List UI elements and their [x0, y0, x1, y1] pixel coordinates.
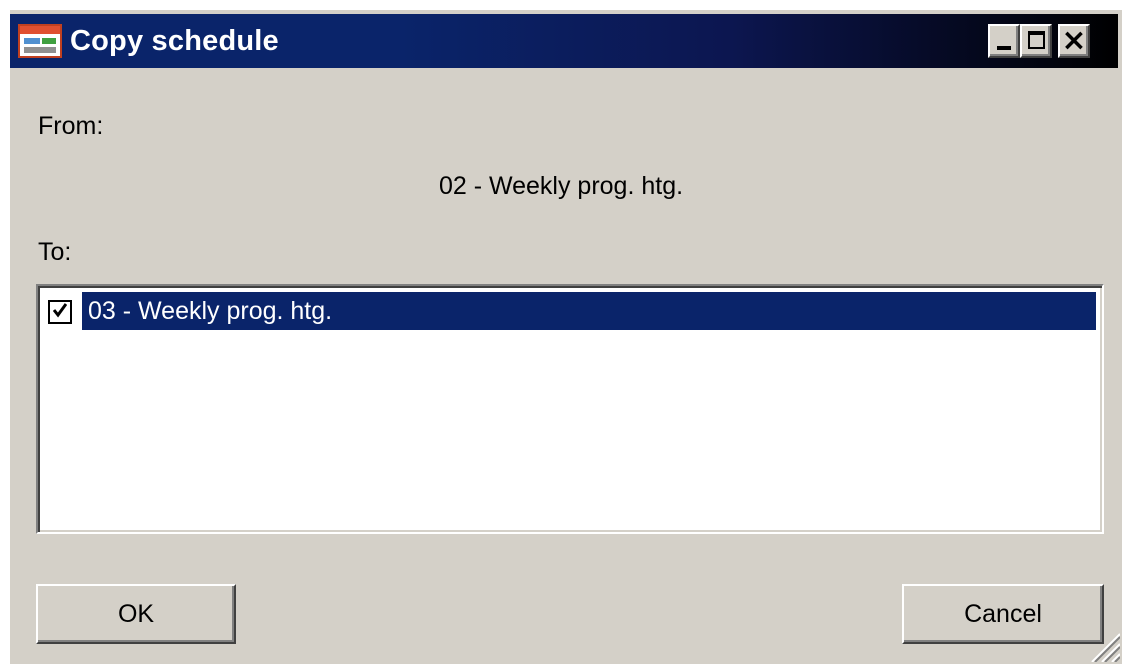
ok-button[interactable]: OK: [36, 584, 236, 644]
close-icon: ×: [1061, 23, 1087, 58]
item-checkbox[interactable]: [48, 300, 72, 324]
minimize-button[interactable]: [988, 24, 1020, 58]
checkmark-icon: [53, 303, 67, 318]
title-bar[interactable]: Copy schedule ×: [10, 14, 1118, 68]
app-schedule-icon: [18, 24, 62, 58]
to-schedule-list[interactable]: 03 - Weekly prog. htg.: [36, 284, 1104, 534]
to-label: To:: [38, 238, 72, 266]
maximize-icon: [1028, 31, 1045, 49]
minimize-icon: [997, 46, 1011, 50]
cancel-button[interactable]: Cancel: [902, 584, 1104, 644]
window-title: Copy schedule: [70, 25, 279, 57]
from-label: From:: [38, 112, 104, 140]
list-item-label: 03 - Weekly prog. htg.: [88, 297, 333, 325]
list-item[interactable]: 03 - Weekly prog. htg.: [44, 292, 1096, 330]
maximize-button[interactable]: [1020, 24, 1052, 58]
resize-grip-icon[interactable]: [1086, 628, 1120, 662]
close-button[interactable]: ×: [1058, 24, 1090, 58]
from-schedule-value: 02 - Weekly prog. htg.: [438, 172, 684, 200]
